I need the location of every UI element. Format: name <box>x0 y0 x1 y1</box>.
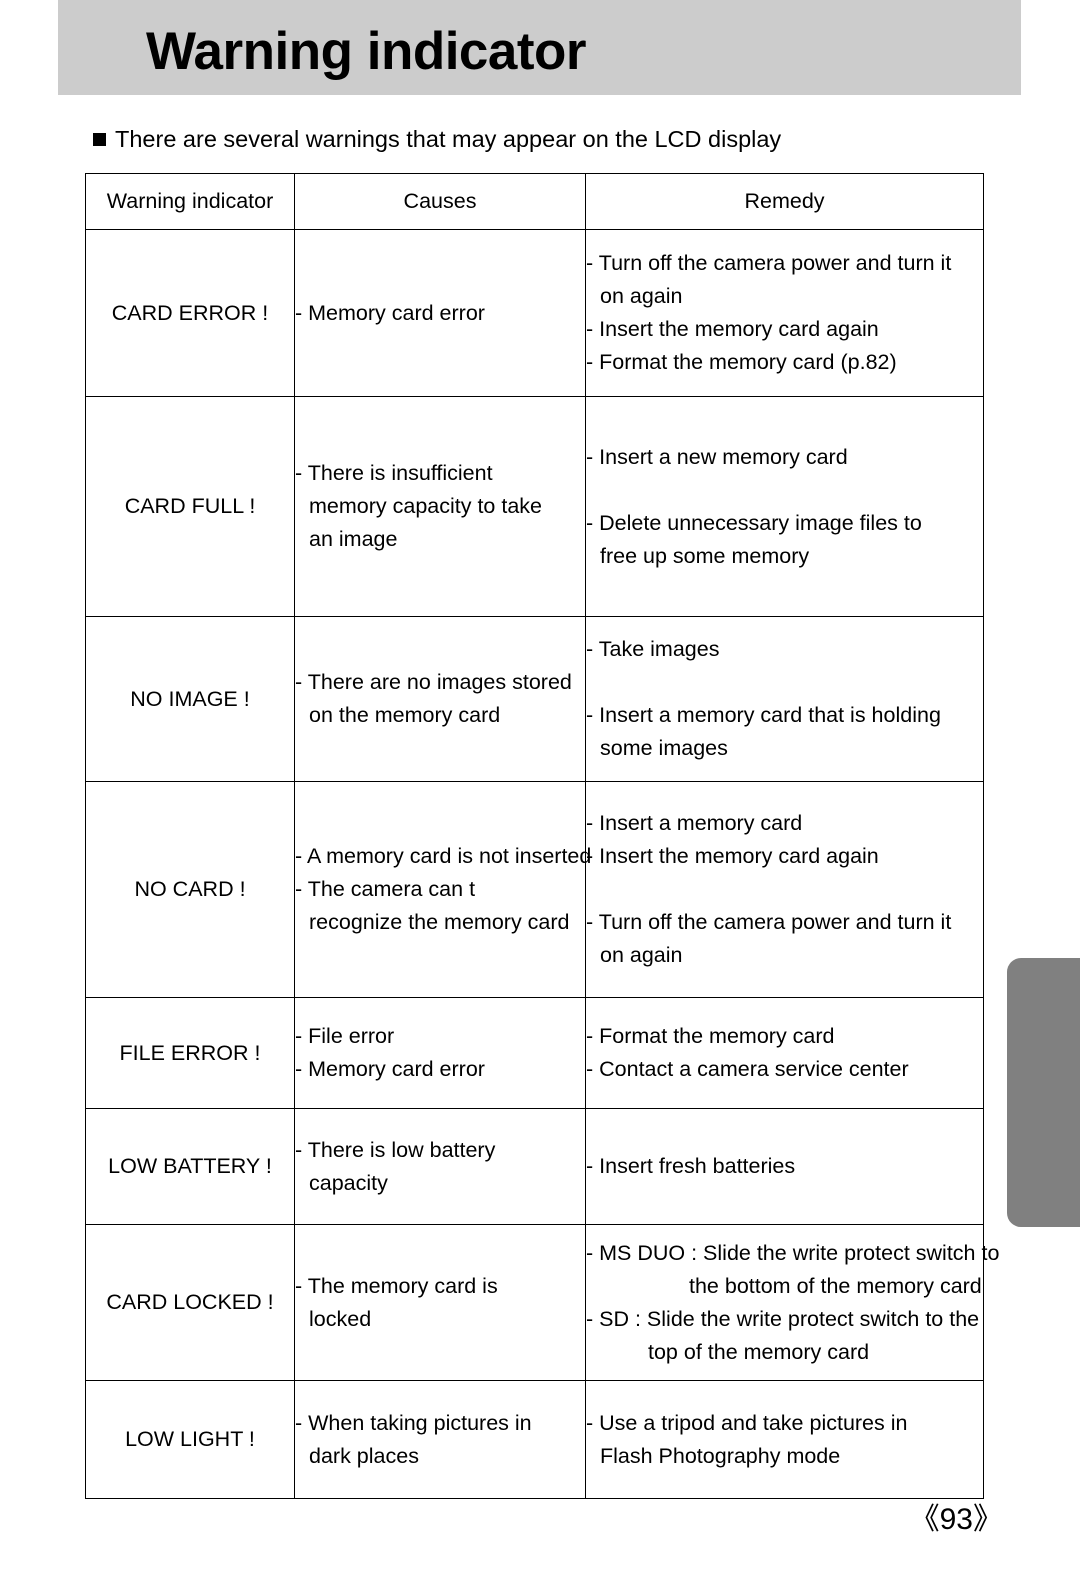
causes-cell: - There is low battery capacity <box>294 1108 586 1225</box>
intro-note-text: There are several warnings that may appe… <box>115 126 782 152</box>
remedy-line: - Contact a camera service center <box>586 1057 909 1081</box>
cause-line: - Memory card error <box>295 300 485 325</box>
remedy-spacer <box>586 666 983 699</box>
warning-indicator-label: CARD FULL ! <box>85 396 295 617</box>
cause-line: an image <box>309 527 398 551</box>
cause-line: locked <box>309 1306 372 1331</box>
cause-line: - A memory card is not inserted <box>295 844 592 868</box>
warning-indicator-label: NO CARD ! <box>85 781 295 998</box>
causes-cell: - When taking pictures in dark places <box>294 1380 586 1499</box>
cause-line: - File error <box>295 1024 395 1048</box>
remedy-line: - Insert fresh batteries <box>586 1154 796 1178</box>
table-header-row: Warning indicator Causes Remedy <box>85 173 984 230</box>
causes-cell: - There is insufficient memory capacity … <box>294 396 586 617</box>
remedy-line: - Insert a new memory card <box>586 444 848 469</box>
table-row: NO CARD ! - A memory card is not inserte… <box>85 781 984 998</box>
remedy-line: on again <box>600 284 683 308</box>
remedy-cell: - Format the memory card - Contact a cam… <box>585 997 984 1109</box>
table-row: FILE ERROR ! - File error - Memory card … <box>85 997 984 1109</box>
cause-line: - When taking pictures in <box>295 1410 532 1435</box>
cause-line: recognize the memory card <box>309 910 570 934</box>
remedy-line: the bottom of the memory card <box>689 1273 982 1298</box>
cause-line: on the memory card <box>309 703 501 727</box>
remedy-line: - Insert the memory card again <box>586 317 879 341</box>
remedy-line: some images <box>600 736 728 760</box>
table-row: LOW BATTERY ! - There is low battery cap… <box>85 1108 984 1225</box>
cause-line: - There is low battery <box>295 1137 496 1162</box>
warning-indicator-label: LOW BATTERY ! <box>85 1108 295 1225</box>
remedy-line: free up some memory <box>600 543 810 568</box>
remedy-line: - Take images <box>586 637 720 661</box>
remedy-line: - Turn off the camera power and turn it <box>586 910 952 934</box>
cause-line: - Memory card error <box>295 1057 485 1081</box>
remedy-line: - Insert a memory card that is holding <box>586 703 941 727</box>
cause-line: - There is insufficient <box>295 461 493 485</box>
remedy-cell: - Take images - Insert a memory card tha… <box>585 616 984 782</box>
page-number: 《93》 <box>909 1503 1003 1536</box>
remedy-line: - Format the memory card (p.82) <box>586 350 897 374</box>
remedy-spacer <box>586 873 983 906</box>
table-row: CARD FULL ! - There is insufficient memo… <box>85 396 984 617</box>
warning-indicator-label: CARD LOCKED ! <box>85 1224 295 1381</box>
causes-cell: - Memory card error <box>294 229 586 397</box>
warning-indicator-label: FILE ERROR ! <box>85 997 295 1109</box>
column-header-warning-indicator: Warning indicator <box>85 173 295 230</box>
remedy-line: top of the memory card <box>648 1339 870 1364</box>
causes-cell: - The memory card is locked <box>294 1224 586 1381</box>
cause-line: memory capacity to take <box>309 494 543 518</box>
remedy-line: Flash Photography mode <box>600 1443 841 1468</box>
intro-note: There are several warnings that may appe… <box>93 124 781 154</box>
causes-cell: - File error - Memory card error <box>294 997 586 1109</box>
warning-indicator-label: CARD ERROR ! <box>85 229 295 397</box>
column-header-causes: Causes <box>294 173 586 230</box>
remedy-line: - Delete unnecessary image files to <box>586 510 922 535</box>
remedy-line: - Insert a memory card <box>586 811 803 835</box>
warning-indicator-label: NO IMAGE ! <box>85 616 295 782</box>
remedy-line: - Insert the memory card again <box>586 844 879 868</box>
causes-cell: - There are no images stored on the memo… <box>294 616 586 782</box>
remedy-cell: - Turn off the camera power and turn it … <box>585 229 984 397</box>
remedy-cell: - MS DUO : Slide the write protect switc… <box>585 1224 1000 1381</box>
table-row: CARD LOCKED ! - The memory card is locke… <box>85 1224 1000 1381</box>
page-title: Warning indicator <box>146 22 587 81</box>
table-row: LOW LIGHT ! - When taking pictures in da… <box>85 1380 984 1499</box>
remedy-line: - Turn off the camera power and turn it <box>586 251 952 275</box>
remedy-line: - MS DUO : Slide the write protect switc… <box>586 1240 1000 1265</box>
cause-line: - There are no images stored <box>295 670 572 694</box>
cause-line: - The camera can t <box>295 877 476 901</box>
warning-indicator-table: Warning indicator Causes Remedy CARD ERR… <box>85 173 1000 1499</box>
column-header-remedy: Remedy <box>585 173 984 230</box>
warning-indicator-label: LOW LIGHT ! <box>85 1380 295 1499</box>
table-row: NO IMAGE ! - There are no images stored … <box>85 616 984 782</box>
causes-cell: - A memory card is not inserted - The ca… <box>294 781 592 998</box>
cause-line: capacity <box>309 1170 388 1195</box>
remedy-line: - SD : Slide the write protect switch to… <box>586 1306 980 1331</box>
page-header-band: Warning indicator <box>58 0 1021 95</box>
section-bookmark-tab <box>1007 958 1080 1227</box>
remedy-cell: - Use a tripod and take pictures in Flas… <box>585 1380 984 1499</box>
remedy-spacer <box>586 474 983 507</box>
table-row: CARD ERROR ! - Memory card error - Turn … <box>85 229 984 397</box>
cause-line: dark places <box>309 1443 419 1468</box>
remedy-line: - Use a tripod and take pictures in <box>586 1410 908 1435</box>
remedy-line: - Format the memory card <box>586 1024 835 1048</box>
filled-square-bullet-icon <box>93 133 106 146</box>
remedy-cell: - Insert a new memory card - Delete unne… <box>585 396 984 617</box>
remedy-cell: - Insert fresh batteries <box>585 1108 984 1225</box>
cause-line: - The memory card is <box>295 1273 498 1298</box>
remedy-line: on again <box>600 943 683 967</box>
remedy-cell: - Insert a memory card - Insert the memo… <box>585 781 984 998</box>
